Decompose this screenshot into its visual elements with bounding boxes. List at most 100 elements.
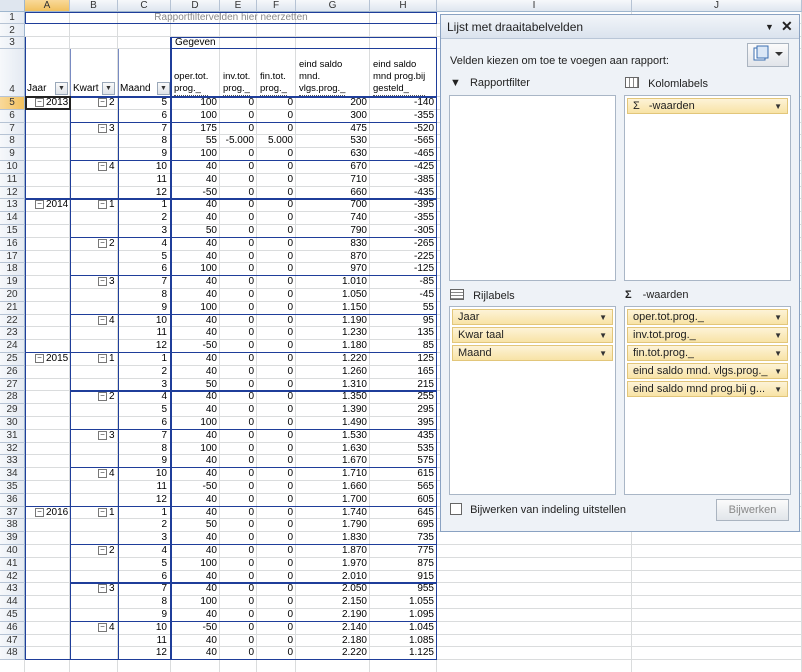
value-cell[interactable]: 775 <box>370 545 434 558</box>
value-cell[interactable]: 1.190 <box>296 315 367 328</box>
row-header-3[interactable]: 3 <box>0 37 25 49</box>
chevron-down-icon[interactable]: ▼ <box>599 346 607 361</box>
layout-options-button[interactable] <box>747 43 789 67</box>
value-cell[interactable]: 1.790 <box>296 519 367 532</box>
value-cell[interactable]: 125 <box>370 353 434 366</box>
value-cell[interactable]: 1.055 <box>370 596 434 609</box>
month-cell[interactable]: 11 <box>118 635 167 648</box>
value-cell[interactable]: 40 <box>171 647 217 660</box>
filter-dropdown-button[interactable]: ▼ <box>157 82 170 95</box>
value-cell[interactable]: 875 <box>370 558 434 571</box>
chevron-down-icon[interactable]: ▼ <box>599 310 607 325</box>
value-cell[interactable]: 40 <box>171 545 217 558</box>
chevron-down-icon[interactable]: ▼ <box>774 99 782 114</box>
value-cell[interactable]: 100 <box>171 443 217 456</box>
month-cell[interactable]: 1 <box>118 507 167 520</box>
month-cell[interactable]: 2 <box>118 212 167 225</box>
value-cell[interactable]: -385 <box>370 174 434 187</box>
collapse-icon[interactable]: − <box>98 392 107 402</box>
row-header-42[interactable]: 42 <box>0 570 25 584</box>
row-field-item[interactable]: Maand ▼ <box>452 345 613 361</box>
row-header-12[interactable]: 12 <box>0 186 25 200</box>
value-cell[interactable]: 40 <box>171 353 217 366</box>
value-cell[interactable]: 535 <box>370 443 434 456</box>
value-cell[interactable]: 40 <box>171 276 217 289</box>
value-cell[interactable]: 40 <box>171 366 217 379</box>
collapse-icon[interactable]: − <box>98 469 107 479</box>
month-cell[interactable]: 1 <box>118 353 167 366</box>
quarter-label[interactable]: −4 <box>98 622 118 635</box>
collapse-icon[interactable]: − <box>98 584 107 594</box>
month-cell[interactable]: 1 <box>118 199 167 212</box>
value-cell[interactable]: 0 <box>220 212 254 225</box>
value-cell[interactable]: 1.530 <box>296 430 367 443</box>
row-header-7[interactable]: 7 <box>0 122 25 136</box>
value-cell[interactable]: 0 <box>257 276 293 289</box>
row-labels-area[interactable]: Jaar ▼ Kwar taal ▼ Maand ▼ <box>449 306 616 495</box>
row-header-34[interactable]: 34 <box>0 468 25 481</box>
value-cell[interactable]: 0 <box>220 404 254 417</box>
value-cell[interactable]: 0 <box>220 238 254 251</box>
month-cell[interactable]: 10 <box>118 468 167 481</box>
close-icon[interactable]: ✕ <box>781 14 793 38</box>
collapse-icon[interactable]: − <box>98 546 107 555</box>
value-cell[interactable]: 1.125 <box>370 647 434 660</box>
value-cell[interactable]: 0 <box>257 443 293 456</box>
value-cell[interactable]: 40 <box>171 238 217 251</box>
value-cell[interactable]: 40 <box>171 327 217 340</box>
row-header-18[interactable]: 18 <box>0 263 25 277</box>
value-cell[interactable]: 100 <box>171 97 217 110</box>
value-cell[interactable]: -425 <box>370 161 434 174</box>
value-cell[interactable]: 0 <box>257 622 293 635</box>
value-cell[interactable]: 0 <box>257 647 293 660</box>
value-cell[interactable]: 40 <box>171 199 217 212</box>
row-header-14[interactable]: 14 <box>0 212 25 225</box>
chevron-down-icon[interactable]: ▼ <box>774 346 782 361</box>
value-cell[interactable]: 475 <box>296 123 367 136</box>
column-labels-area[interactable]: Σ -waarden ▼ <box>624 95 791 281</box>
value-cell[interactable]: 0 <box>257 596 293 609</box>
month-cell[interactable]: 4 <box>118 238 167 251</box>
quarter-label[interactable]: −4 <box>98 468 118 481</box>
quarter-label[interactable]: −3 <box>98 430 118 443</box>
value-cell[interactable]: -5.000 <box>220 135 254 148</box>
collapse-icon[interactable]: − <box>98 98 107 107</box>
value-cell[interactable]: 1.050 <box>296 289 367 302</box>
month-cell[interactable]: 10 <box>118 161 167 174</box>
collapse-icon[interactable]: − <box>98 315 107 325</box>
value-cell[interactable]: 40 <box>171 212 217 225</box>
value-cell[interactable]: 0 <box>220 199 254 212</box>
value-cell[interactable]: 1.085 <box>370 635 434 648</box>
value-field-item[interactable]: fin.tot.prog._ ▼ <box>627 345 788 361</box>
value-cell[interactable]: 0 <box>257 289 293 302</box>
value-cell[interactable]: -565 <box>370 135 434 148</box>
quarter-label[interactable]: −2 <box>98 97 118 110</box>
quarter-label[interactable]: −3 <box>98 276 118 289</box>
value-cell[interactable]: 710 <box>296 174 367 187</box>
value-cell[interactable]: 1.970 <box>296 558 367 571</box>
report-filter-drop-zone[interactable]: Rapportfiltervelden hier neerzetten <box>25 12 437 24</box>
value-cell[interactable]: 0 <box>220 251 254 264</box>
value-cell[interactable]: 1.630 <box>296 443 367 456</box>
collapse-icon[interactable]: − <box>98 238 107 248</box>
month-cell[interactable]: 11 <box>118 327 167 340</box>
row-header-22[interactable]: 22 <box>0 314 25 328</box>
value-cell[interactable]: 0 <box>257 97 293 110</box>
month-cell[interactable]: 5 <box>118 251 167 264</box>
value-cell[interactable]: 40 <box>171 161 217 174</box>
chevron-down-icon[interactable]: ▼ <box>774 382 782 397</box>
value-cell[interactable]: 0 <box>220 289 254 302</box>
column-header-c[interactable]: C <box>118 0 171 12</box>
row-header-45[interactable]: 45 <box>0 609 25 622</box>
row-header-31[interactable]: 31 <box>0 429 25 443</box>
filter-dropdown-button[interactable]: ▼ <box>102 82 115 95</box>
values-area[interactable]: oper.tot.prog._ ▼ inv.tot.prog._ ▼ fin.tot.p… <box>624 306 791 495</box>
value-cell[interactable]: 615 <box>370 468 434 481</box>
value-cell[interactable]: 0 <box>257 174 293 187</box>
row-header-23[interactable]: 23 <box>0 327 25 341</box>
value-cell[interactable]: 2.220 <box>296 647 367 660</box>
value-cell[interactable]: 700 <box>296 199 367 212</box>
value-cell[interactable]: 1.045 <box>370 622 434 635</box>
value-cell[interactable]: 530 <box>296 135 367 148</box>
value-cell[interactable]: 0 <box>220 161 254 174</box>
